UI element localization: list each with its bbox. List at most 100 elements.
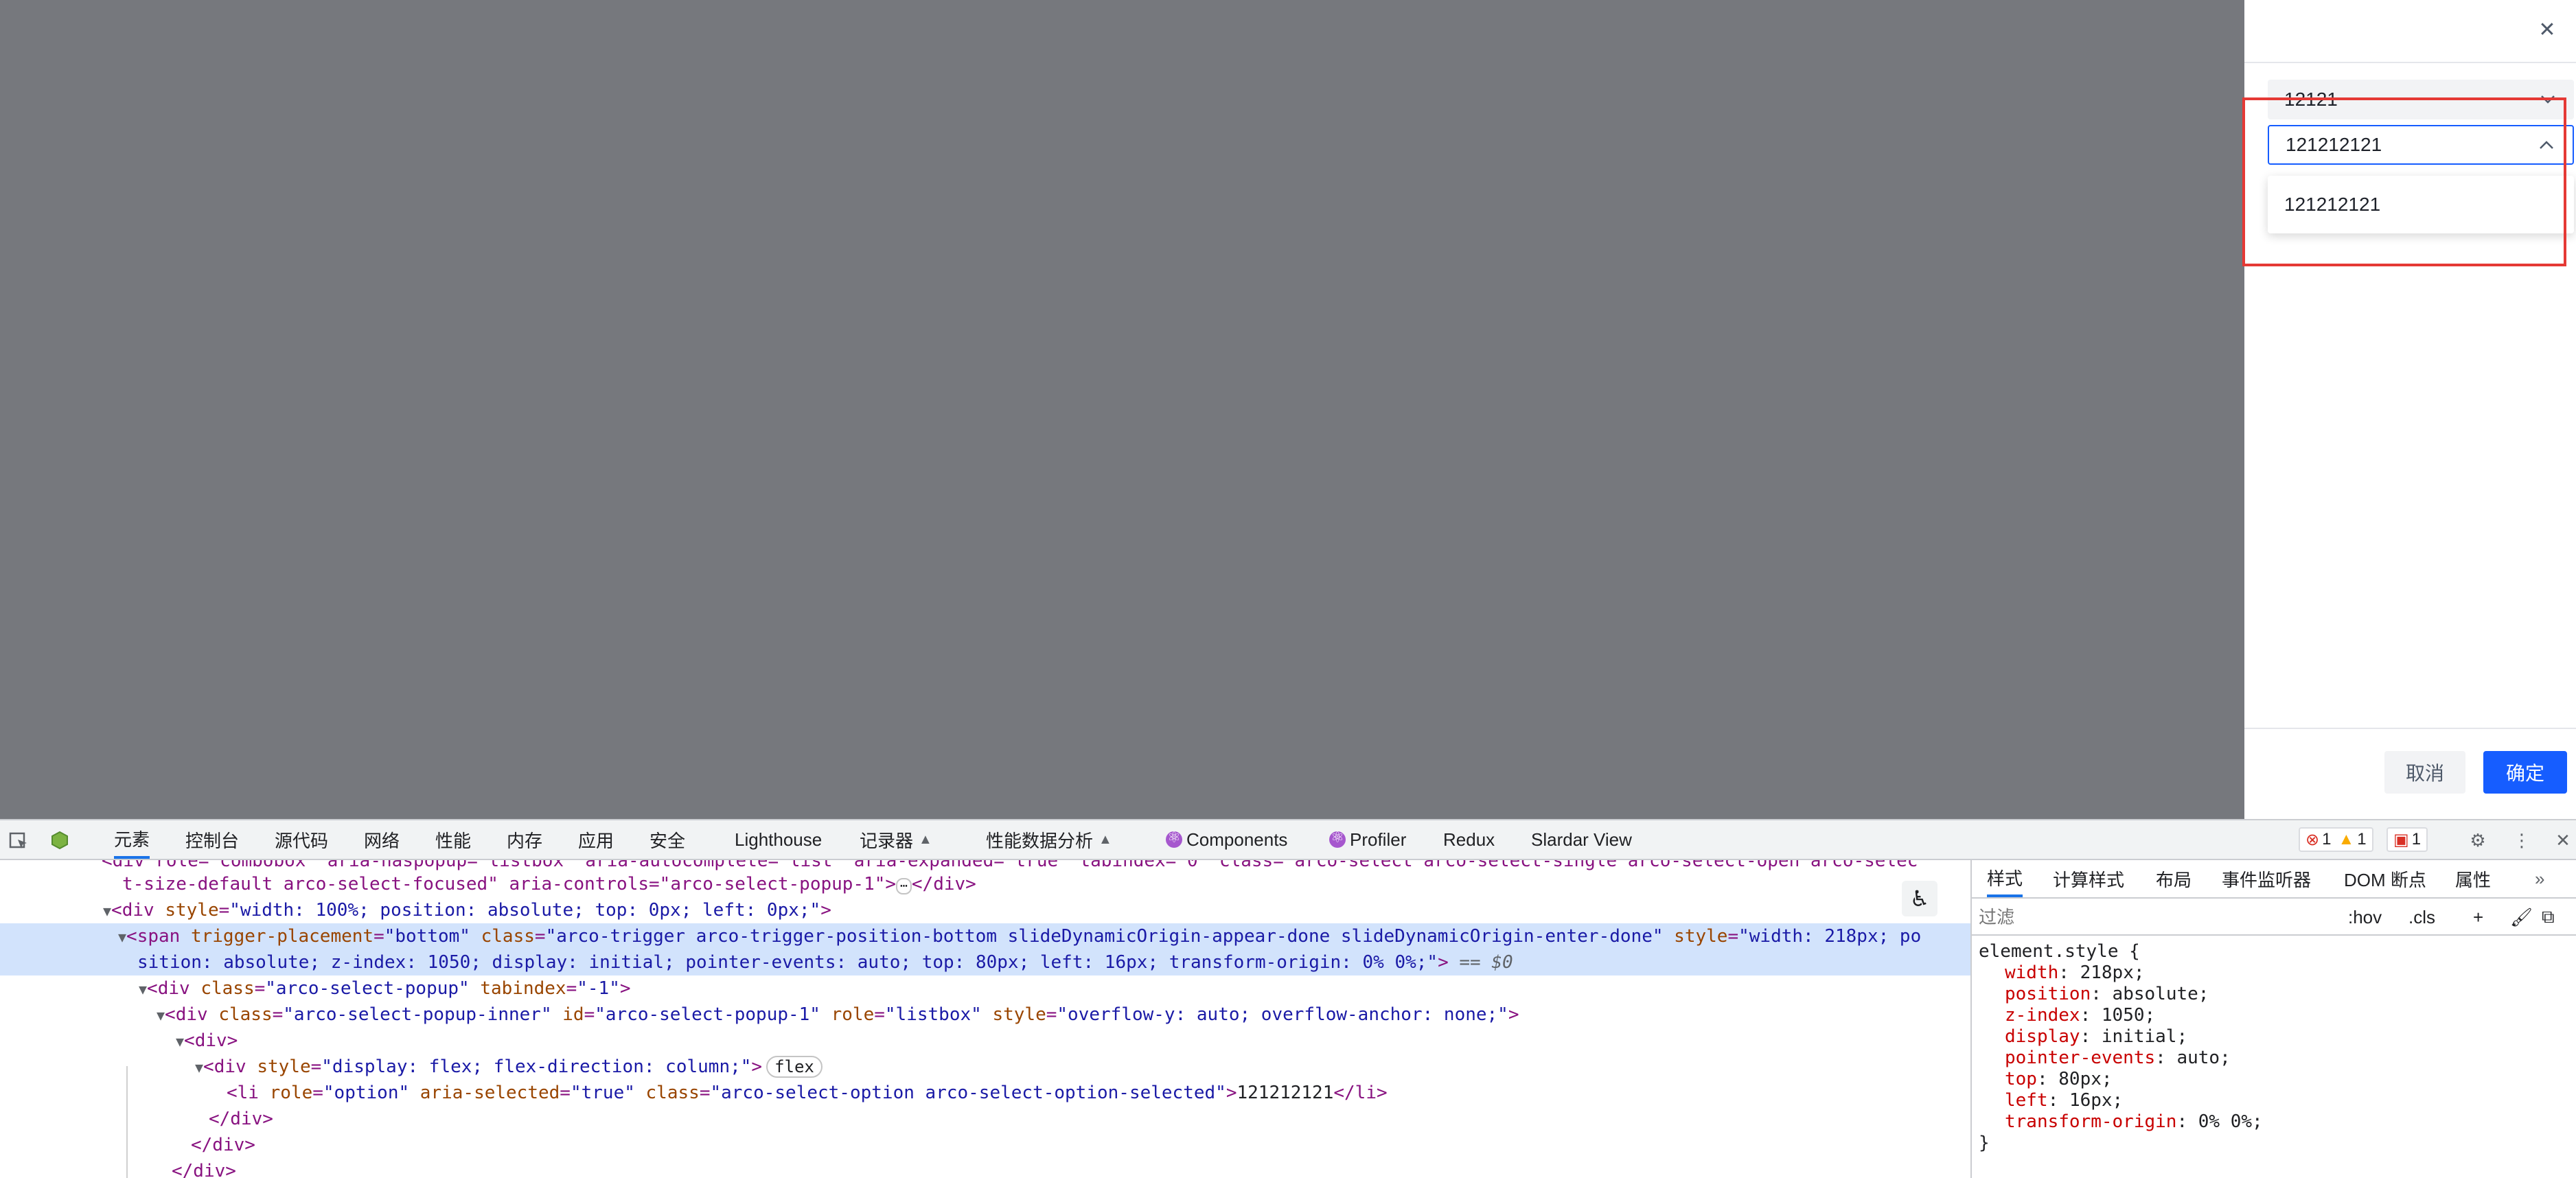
paint-brush-icon[interactable]: 🖌 [2510,904,2533,930]
cancel-button[interactable]: 取消 [2384,751,2465,794]
css-property[interactable]: position [2005,984,2091,1004]
tab-react-profiler[interactable]: Profiler [1329,820,1406,859]
expand-arrow-icon[interactable]: ▼ [118,929,126,945]
collapsed-ellipsis[interactable]: ⋯ [896,878,912,894]
select-popup-option[interactable]: 121212121 [2268,176,2574,233]
css-declaration[interactable]: left: 16px; [1979,1090,2569,1111]
expand-arrow-icon[interactable]: ▼ [103,903,111,919]
tab-event-listeners[interactable]: 事件监听器 [2222,860,2311,897]
dom-node-line[interactable]: <li role="option" aria-selected="true" c… [0,1080,1970,1106]
accessibility-icon[interactable]: ♿ [1902,881,1937,916]
dom-node-line[interactable]: ▼<div> [0,1028,1970,1054]
css-property[interactable]: left [2005,1090,2048,1111]
css-value[interactable]: 16px; [2069,1090,2123,1111]
tab-properties[interactable]: 属性 [2455,860,2491,897]
css-value[interactable]: initial; [2102,1026,2187,1047]
tab-sources[interactable]: 源代码 [275,820,328,859]
close-devtools-icon[interactable]: ✕ [2551,829,2575,852]
issues-counter[interactable]: ▣ 1 [2387,827,2428,852]
css-value[interactable]: 0% 0%; [2198,1111,2263,1132]
modal-mask-overlay[interactable] [0,0,2244,819]
tab-console[interactable]: 控制台 [185,820,239,859]
code-text: <div [203,1056,257,1077]
css-declaration[interactable]: display: initial; [1979,1026,2569,1048]
expand-arrow-icon[interactable]: ▼ [157,1007,165,1024]
confirm-button[interactable]: 确定 [2483,751,2567,794]
dom-node-line[interactable]: </div> [0,1106,1970,1132]
tab-network[interactable]: 网络 [364,820,400,859]
tab-application[interactable]: 应用 [578,820,614,859]
hover-state-toggle[interactable]: :hov [2348,904,2382,930]
css-declaration[interactable]: pointer-events: auto; [1979,1048,2569,1069]
select-second[interactable]: 121212121 [2268,125,2574,165]
dom-node-line[interactable]: ▼<div style="width: 100%; position: abso… [0,897,1970,923]
styles-filter-input[interactable] [1979,904,2336,930]
dom-node-line-selected[interactable]: ▼<span trigger-placement="bottom" class=… [0,923,1970,949]
elements-tree[interactable]: <div role="combobox" aria-haspopup="list… [0,860,1970,1178]
css-value[interactable]: 1050; [2102,1005,2155,1026]
dom-node-line[interactable]: t-size-default arco-select-focused" aria… [0,871,1970,897]
element-style-rule[interactable]: element.style { width: 218px; position: a… [1979,941,2569,1154]
device-toolbar-icon[interactable] [48,829,71,852]
tab-redux[interactable]: Redux [1443,820,1495,859]
issues-count: 1 [2411,830,2422,848]
gear-icon[interactable]: ⚙ [2466,829,2489,852]
tab-security[interactable]: 安全 [649,820,685,859]
css-property[interactable]: z-index [2005,1005,2080,1026]
css-value[interactable]: 218px; [2080,962,2145,983]
css-declaration[interactable]: transform-origin: 0% 0%; [1979,1111,2569,1133]
close-icon[interactable]: ✕ [2533,16,2561,44]
error-count: 1 [2322,830,2332,848]
code-value: "arco-select-option arco-select-option-s… [710,1083,1226,1103]
more-tabs-icon[interactable]: » [2535,860,2544,897]
more-options-icon[interactable]: ⋮ [2510,829,2533,852]
expand-arrow-icon[interactable]: ▼ [139,981,147,997]
inspect-element-icon[interactable] [7,829,30,852]
flex-badge[interactable]: flex [766,1056,823,1078]
chevron-down-icon [2538,90,2557,109]
css-value[interactable]: absolute; [2113,984,2209,1004]
error-warning-counter[interactable]: ⊗ 1 ▲ 1 [2299,827,2373,852]
expand-arrow-icon[interactable]: ▼ [195,1059,203,1076]
tab-recorder[interactable]: 记录器 ▲ [860,820,932,859]
css-property[interactable]: transform-origin [2005,1111,2176,1132]
tab-dom-breakpoints[interactable]: DOM 断点 [2344,860,2426,897]
tab-performance[interactable]: 性能 [435,820,471,859]
tab-elements[interactable]: 元素 [114,820,150,859]
tab-performance-insights[interactable]: 性能数据分析 ▲ [986,820,1112,859]
tab-computed[interactable]: 计算样式 [2053,860,2124,897]
css-declaration[interactable]: top: 80px; [1979,1069,2569,1090]
css-property[interactable]: display [2005,1026,2080,1047]
css-value[interactable]: auto; [2176,1048,2230,1068]
expand-arrow-icon[interactable]: ▼ [176,1033,184,1050]
tab-lighthouse[interactable]: Lighthouse [735,820,822,859]
dom-node-line[interactable]: ▼<div style="display: flex; flex-directi… [0,1054,1970,1080]
toggle-sidebar-icon[interactable]: ⧉ [2542,904,2555,930]
css-declaration[interactable]: position: absolute; [1979,984,2569,1005]
css-declaration[interactable]: width: 218px; [1979,962,2569,984]
css-value[interactable]: 80px; [2058,1069,2112,1089]
tab-react-components[interactable]: Components [1166,820,1287,859]
class-toggle[interactable]: .cls [2408,904,2435,930]
dom-node-line-selected-cont[interactable]: sition: absolute; z-index: 1050; display… [0,949,1970,975]
css-declaration[interactable]: z-index: 1050; [1979,1005,2569,1026]
code-text: </li> [1333,1083,1388,1103]
dom-node-line[interactable]: ▼<div class="arco-select-popup" tabindex… [0,975,1970,1002]
code-text: <div [111,900,165,921]
tab-styles[interactable]: 样式 [1987,860,2023,897]
css-property[interactable]: pointer-events [2005,1048,2155,1068]
select-first[interactable]: 12121 [2268,80,2574,119]
tab-slardar-view[interactable]: Slardar View [1531,820,1632,859]
tab-memory[interactable]: 内存 [507,820,542,859]
dom-node-line[interactable]: ▼<div class="arco-select-popup-inner" id… [0,1002,1970,1028]
dom-node-line[interactable]: </div> [0,1158,1970,1178]
drawer-footer-divider [2244,728,2576,729]
tab-layout[interactable]: 布局 [2156,860,2192,897]
code-attr: class [218,1004,273,1025]
tree-indent-guide [126,1066,128,1178]
css-property[interactable]: width [2005,962,2058,983]
code-text: <div [165,1004,219,1025]
css-property[interactable]: top [2005,1069,2037,1089]
add-rule-icon[interactable]: + [2473,904,2483,930]
dom-node-line[interactable]: </div> [0,1132,1970,1158]
